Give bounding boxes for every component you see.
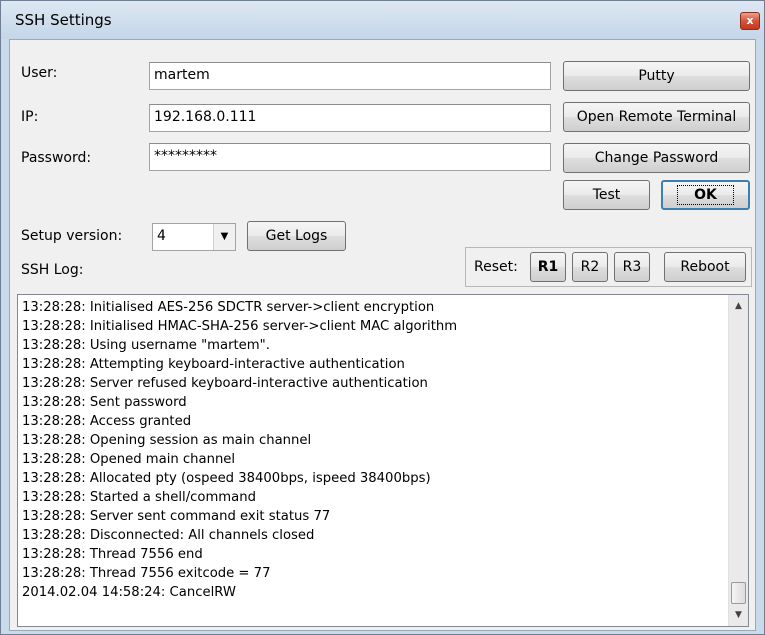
reboot-button[interactable]: Reboot — [664, 252, 746, 282]
putty-button[interactable]: Putty — [563, 61, 750, 91]
get-logs-button[interactable]: Get Logs — [247, 221, 346, 251]
log-line: 13:28:28: Allocated pty (ospeed 38400bps… — [22, 471, 431, 486]
setup-version-value: 4 — [157, 228, 166, 244]
ip-label: IP: — [21, 109, 39, 125]
arrow-up-icon[interactable]: ▲ — [729, 297, 748, 315]
log-line: 13:28:28: Using username "martem". — [22, 338, 270, 353]
log-line: 13:28:28: Opened main channel — [22, 452, 236, 467]
log-line: 13:28:28: Thread 7556 end — [22, 547, 203, 562]
log-line: 13:28:28: Thread 7556 exitcode = 77 — [22, 566, 271, 581]
r2-button[interactable]: R2 — [572, 252, 608, 282]
ssh-log-textarea[interactable]: 13:28:28: Initialised AES-256 SDCTR serv… — [17, 294, 749, 627]
log-line: 13:28:28: Opening session as main channe… — [22, 433, 312, 448]
log-line: 13:28:28: Server refused keyboard-intera… — [22, 376, 428, 391]
log-line: 13:28:28: Started a shell/command — [22, 490, 256, 505]
log-scrollbar[interactable]: ▲ ▼ — [728, 295, 748, 626]
log-line: 13:28:28: Initialised HMAC-SHA-256 serve… — [22, 319, 458, 334]
window-title: SSH Settings — [15, 11, 112, 29]
log-line: 2014.02.04 14:58:24: CancelRW — [22, 585, 236, 600]
log-line: 13:28:28: Server sent command exit statu… — [22, 509, 331, 524]
ssh-log-label: SSH Log: — [21, 262, 84, 278]
ok-button-label: OK — [677, 185, 734, 205]
log-line: 13:28:28: Access granted — [22, 414, 192, 429]
open-remote-terminal-button[interactable]: Open Remote Terminal — [563, 102, 750, 132]
password-field[interactable] — [149, 143, 551, 171]
reset-label: Reset: — [474, 259, 518, 275]
ok-button[interactable]: OK — [661, 180, 750, 210]
log-line: 13:28:28: Disconnected: All channels clo… — [22, 528, 315, 543]
chevron-down-icon[interactable]: ▼ — [213, 224, 235, 250]
title-bar[interactable]: SSH Settings x — [1, 1, 764, 39]
r3-button[interactable]: R3 — [614, 252, 650, 282]
reset-group: Reset: R1 R2 R3 Reboot — [465, 247, 752, 287]
log-line: 13:28:28: Sent password — [22, 395, 187, 410]
test-button[interactable]: Test — [563, 180, 650, 210]
password-input[interactable] — [154, 148, 546, 164]
user-input[interactable] — [154, 67, 546, 83]
scrollbar-thumb[interactable] — [731, 582, 746, 604]
user-label: User: — [21, 65, 58, 81]
password-label: Password: — [21, 150, 92, 166]
setup-version-select[interactable]: 4 ▼ — [152, 223, 236, 251]
ip-field[interactable] — [149, 104, 551, 132]
ssh-settings-window: SSH Settings x User: IP: Password: Putty… — [0, 0, 765, 635]
change-password-button[interactable]: Change Password — [563, 143, 750, 173]
close-icon: x — [746, 14, 754, 27]
ssh-log-lines: 13:28:28: Initialised AES-256 SDCTR serv… — [22, 298, 722, 602]
r1-button[interactable]: R1 — [530, 252, 566, 282]
log-line: 13:28:28: Attempting keyboard-interactiv… — [22, 357, 405, 372]
arrow-down-icon[interactable]: ▼ — [729, 606, 748, 624]
close-button[interactable]: x — [740, 12, 760, 30]
setup-version-label: Setup version: — [21, 228, 123, 244]
user-field[interactable] — [149, 62, 551, 90]
dialog-client-area: User: IP: Password: Putty Open Remote Te… — [9, 39, 756, 631]
log-line: 13:28:28: Initialised AES-256 SDCTR serv… — [22, 300, 435, 315]
ip-input[interactable] — [154, 109, 546, 125]
